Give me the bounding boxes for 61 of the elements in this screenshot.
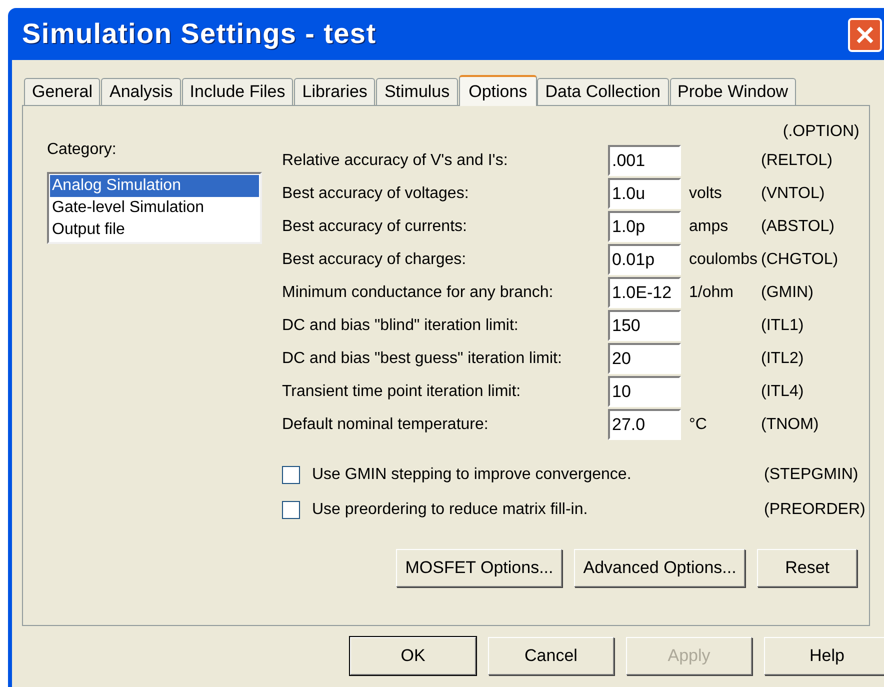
keyword-label: (STEPGMIN) (764, 464, 858, 484)
parameter-field[interactable]: 27.0 (608, 409, 681, 440)
close-icon (855, 25, 875, 45)
parameter-label: DC and bias "best guess" iteration limit: (282, 348, 563, 368)
unit-label: amps (689, 216, 728, 236)
tab[interactable]: Analysis (101, 78, 181, 105)
keyword-label: (TNOM) (761, 414, 819, 434)
parameter-field[interactable]: 1.0E-12 (608, 277, 681, 308)
unit-label: °C (689, 414, 707, 434)
panel-button[interactable]: Reset (757, 549, 858, 587)
unit-label: coulombs (689, 250, 758, 270)
keyword-label: (GMIN) (761, 282, 814, 302)
tab[interactable]: Libraries (294, 78, 376, 105)
unit-label: 1/ohm (689, 282, 734, 302)
category-item[interactable]: Gate-level Simulation (50, 197, 259, 219)
keyword-label: (ITL4) (761, 382, 804, 402)
parameter-field[interactable]: 10 (608, 376, 681, 407)
tab[interactable]: Probe Window (670, 78, 796, 105)
unit-label: volts (689, 184, 722, 204)
parameter-label: Relative accuracy of V's and I's: (282, 150, 509, 170)
tab[interactable]: Stimulus (376, 78, 458, 105)
checkbox[interactable] (282, 500, 300, 518)
keyword-label: (ABSTOL) (761, 216, 834, 236)
checkbox-label: Use preordering to reduce matrix fill-in. (311, 500, 589, 520)
category-label: Category: (47, 140, 118, 160)
window-title: Simulation Settings - test (22, 17, 376, 51)
keyword-label: (RELTOL) (761, 150, 832, 170)
keyword-label: (ITL2) (761, 348, 804, 368)
parameter-field[interactable]: 150 (608, 310, 681, 341)
close-button[interactable] (848, 18, 882, 52)
parameter-field[interactable]: 0.01p (608, 244, 681, 275)
parameter-label: Minimum conductance for any branch: (282, 282, 554, 302)
keyword-label: (CHGTOL) (761, 250, 838, 270)
parameter-label: Transient time point iteration limit: (282, 382, 522, 402)
dialog-button[interactable]: Cancel (488, 637, 614, 675)
parameter-label: Best accuracy of charges: (282, 250, 468, 270)
option-header: (.OPTION) (782, 122, 860, 142)
parameter-label: DC and bias "blind" iteration limit: (282, 316, 520, 336)
parameter-label: Best accuracy of voltages: (282, 184, 470, 204)
category-item[interactable]: Analog Simulation (50, 175, 259, 197)
category-item[interactable]: Output file (50, 219, 259, 241)
parameter-field[interactable]: 1.0p (608, 211, 681, 242)
tab[interactable]: Options (458, 75, 538, 106)
tab[interactable]: Data Collection (537, 78, 668, 105)
parameter-field[interactable]: .001 (608, 145, 681, 176)
panel-button[interactable]: MOSFET Options... (396, 549, 562, 587)
keyword-label: (ITL1) (761, 316, 804, 336)
dialog-button[interactable]: OK (350, 637, 476, 675)
parameter-field[interactable]: 1.0u (608, 178, 681, 209)
keyword-label: (PREORDER) (764, 500, 866, 520)
tab[interactable]: General (24, 78, 100, 105)
parameter-label: Default nominal temperature: (282, 414, 490, 434)
parameter-label: Best accuracy of currents: (282, 216, 468, 236)
dialog-button[interactable]: Help (764, 637, 884, 675)
checkbox[interactable] (282, 466, 300, 484)
parameter-field[interactable]: 20 (608, 343, 681, 374)
keyword-label: (VNTOL) (761, 184, 825, 204)
tab[interactable]: Include Files (182, 78, 294, 105)
checkbox-label: Use GMIN stepping to improve convergence. (311, 464, 632, 484)
panel-button[interactable]: Advanced Options... (574, 549, 746, 587)
category-list[interactable]: Analog Simulation Gate-level Simulation Output file (47, 172, 262, 244)
